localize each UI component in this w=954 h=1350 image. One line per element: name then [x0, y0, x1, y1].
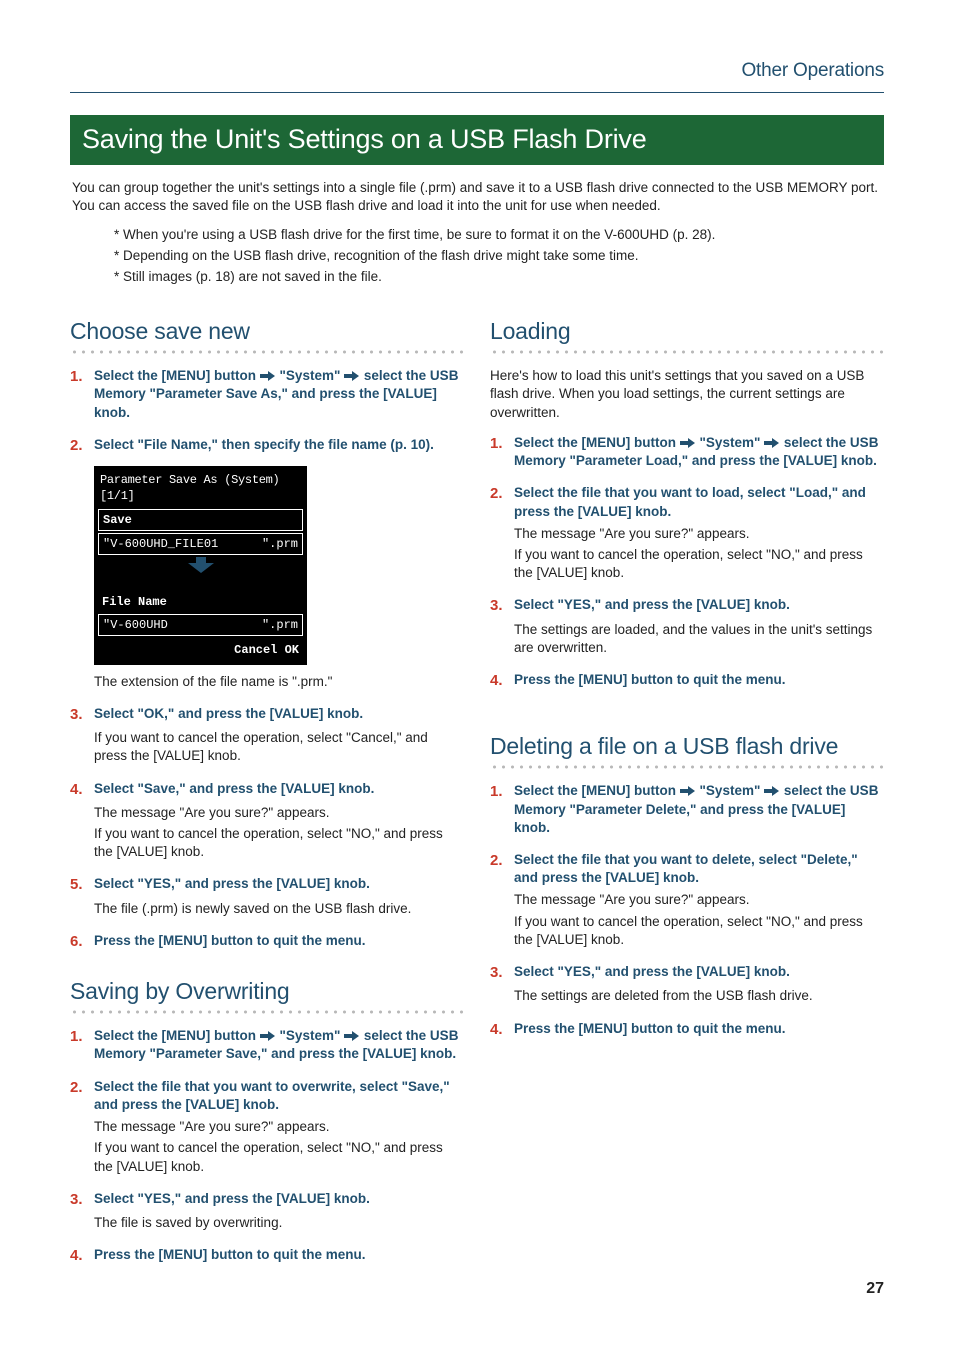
arrow-right-icon — [344, 370, 360, 382]
step-number: 5. — [70, 875, 88, 895]
loading-intro: Here's how to load this unit's settings … — [490, 367, 884, 422]
arrow-right-icon — [680, 785, 696, 797]
step-subtext: If you want to cancel the operation, sel… — [514, 546, 884, 582]
step-number: 1. — [490, 434, 508, 454]
step-number: 2. — [70, 1078, 88, 1098]
step-text: Press the [MENU] button to quit the menu… — [514, 1020, 884, 1038]
device-screen: Parameter Save As (System) [1/1] Save "V… — [94, 466, 307, 665]
step-text: Press the [MENU] button to quit the menu… — [514, 671, 884, 689]
divider — [490, 349, 884, 355]
step-subtext: The settings are loaded, and the values … — [514, 621, 884, 657]
step-number: 2. — [70, 436, 88, 456]
step-subtext: The settings are deleted from the USB fl… — [514, 987, 884, 1005]
device-actions: Cancel OK — [98, 638, 303, 660]
step-number: 2. — [490, 484, 508, 504]
arrow-right-icon — [260, 370, 276, 382]
step-subtext: The file (.prm) is newly saved on the US… — [94, 900, 464, 918]
step-text: Select "YES," and press the [VALUE] knob… — [94, 1190, 464, 1208]
page-number: 27 — [866, 1278, 884, 1300]
device-section-label: File Name — [98, 592, 303, 612]
arrow-right-icon — [764, 437, 780, 449]
note-item: When you're using a USB flash drive for … — [114, 226, 884, 244]
step-number: 6. — [70, 932, 88, 952]
section-deleting: Deleting a file on a USB flash drive — [490, 731, 884, 762]
step-text: Select the [MENU] button "System" select… — [94, 367, 464, 422]
step-subtext: The file is saved by overwriting. — [94, 1214, 464, 1232]
step-subtext: If you want to cancel the operation, sel… — [514, 913, 884, 949]
section-overwrite: Saving by Overwriting — [70, 976, 464, 1007]
step-subtext: The message "Are you sure?" appears. — [514, 891, 884, 909]
note-item: Still images (p. 18) are not saved in th… — [114, 268, 884, 286]
arrow-right-icon — [260, 1030, 276, 1042]
step-text: Select the [MENU] button "System" select… — [94, 1027, 464, 1063]
step-subtext: The message "Are you sure?" appears. — [94, 804, 464, 822]
step-number: 3. — [70, 1190, 88, 1210]
divider — [70, 1009, 464, 1015]
section-save-new: Choose save new — [70, 316, 464, 347]
step-number: 4. — [70, 780, 88, 800]
step-text: Select the file that you want to delete,… — [514, 851, 884, 887]
step-number: 3. — [70, 705, 88, 725]
divider — [70, 349, 464, 355]
device-name-row: "V-600UHD".prm — [98, 614, 303, 636]
step-text: Select "YES," and press the [VALUE] knob… — [514, 596, 884, 614]
step-subtext: The message "Are you sure?" appears. — [514, 525, 884, 543]
arrow-right-icon — [344, 1030, 360, 1042]
step-text: Select the file that you want to load, s… — [514, 484, 884, 520]
device-save: Save — [98, 509, 303, 531]
step-number: 3. — [490, 963, 508, 983]
device-title: Parameter Save As (System) [1/1] — [98, 470, 303, 506]
step-text: Select "File Name," then specify the fil… — [94, 436, 464, 454]
step-number: 4. — [490, 671, 508, 691]
step-subtext: If you want to cancel the operation, sel… — [94, 825, 464, 861]
arrow-right-icon — [764, 785, 780, 797]
page-title: Saving the Unit's Settings on a USB Flas… — [70, 115, 884, 165]
arrow-right-icon — [680, 437, 696, 449]
step-text: Select the [MENU] button "System" select… — [514, 782, 884, 837]
step-text: Select "YES," and press the [VALUE] knob… — [94, 875, 464, 893]
step-subtext: If you want to cancel the operation, sel… — [94, 1139, 464, 1175]
section-loading: Loading — [490, 316, 884, 347]
note-list: When you're using a USB flash drive for … — [74, 226, 884, 287]
divider — [490, 764, 884, 770]
device-file-row: "V-600UHD_FILE01".prm — [98, 533, 303, 555]
arrow-down-icon — [98, 557, 303, 578]
step-text: Press the [MENU] button to quit the menu… — [94, 932, 464, 950]
step-text: Press the [MENU] button to quit the menu… — [94, 1246, 464, 1264]
step-text: Select "OK," and press the [VALUE] knob. — [94, 705, 464, 723]
step-text: Select "Save," and press the [VALUE] kno… — [94, 780, 464, 798]
step-number: 3. — [490, 596, 508, 616]
note-item: Depending on the USB flash drive, recogn… — [114, 247, 884, 265]
step-number: 1. — [70, 367, 88, 387]
step-number: 4. — [490, 1020, 508, 1040]
running-head: Other Operations — [70, 58, 884, 93]
step-subtext: The message "Are you sure?" appears. — [94, 1118, 464, 1136]
step-number: 2. — [490, 851, 508, 871]
step-number: 1. — [70, 1027, 88, 1047]
step-number: 1. — [490, 782, 508, 802]
step-text: Select the [MENU] button "System" select… — [514, 434, 884, 470]
step-text: Select "YES," and press the [VALUE] knob… — [514, 963, 884, 981]
intro-text: You can group together the unit's settin… — [72, 179, 884, 215]
step-text: Select the file that you want to overwri… — [94, 1078, 464, 1114]
step-subtext: The extension of the file name is ".prm.… — [94, 673, 464, 691]
step-subtext: If you want to cancel the operation, sel… — [94, 729, 464, 765]
step-number: 4. — [70, 1246, 88, 1266]
